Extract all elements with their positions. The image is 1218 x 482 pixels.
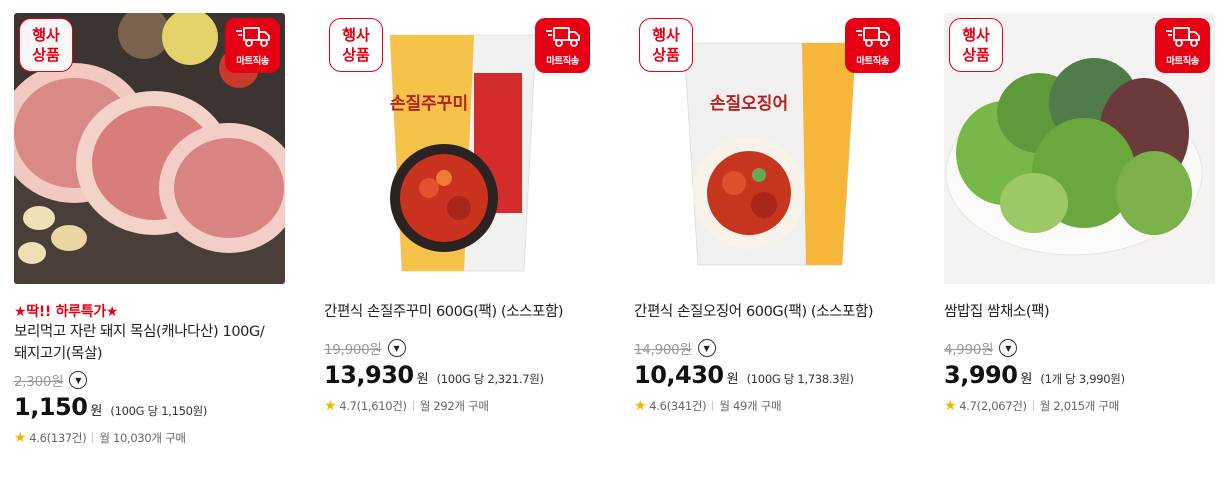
svg-text:손질오징어: 손질오징어: [710, 93, 788, 114]
monthly-purchases: 월 2,015개 구매: [1039, 399, 1120, 413]
product-card[interactable]: 행사 상품 마트직송 쌈밥집 쌈채소(팩) 4,990원 ▼ 3,990 원 (…: [944, 13, 1215, 415]
rating-row: ★ 4.7 (1,610건) 월 292개 구매: [324, 397, 595, 415]
unit-price: (100G 당 1,150원): [110, 404, 208, 418]
original-price: 14,900원: [634, 342, 692, 358]
divider: [92, 433, 94, 443]
product-grid: 행사 상품 마트직송 ★딱!! 하루특가★ 보리먹고 자란 돼지 목심(캐나다산…: [0, 0, 1218, 482]
event-badge: 행사 상품: [639, 18, 693, 72]
product-image[interactable]: 행사 상품 마트직송: [14, 13, 285, 284]
chevron-down-icon[interactable]: ▼: [999, 339, 1018, 357]
star-icon: ★: [324, 398, 337, 414]
product-image[interactable]: 행사 상품 마트직송: [944, 13, 1215, 284]
review-count: (2,067건): [976, 399, 1027, 413]
truck-icon: [545, 27, 580, 47]
product-image[interactable]: 손질오징어 행사 상품 마트직송: [634, 13, 905, 284]
product-title[interactable]: 보리먹고 자란 돼지 목심(캐나다산) 100G/ 돼지고기(목살): [14, 321, 285, 365]
svg-text:손질주꾸미: 손질주꾸미: [390, 93, 468, 114]
delivery-badge: 마트직송: [845, 18, 900, 73]
rating-row: ★ 4.6 (341건) 월 49개 구매: [634, 397, 905, 415]
delivery-badge: 마트직송: [535, 18, 590, 73]
sale-price: 1,150: [14, 393, 88, 421]
review-count: (137건): [46, 431, 87, 445]
rating-row: ★ 4.7 (2,067건) 월 2,015개 구매: [944, 397, 1215, 415]
original-price: 4,990원: [944, 342, 994, 358]
original-price: 19,900원: [324, 342, 382, 358]
star-icon: ★: [944, 398, 957, 414]
rating-value: 4.7: [959, 399, 977, 413]
review-count: (341건): [666, 399, 707, 413]
rating-value: 4.6: [649, 399, 667, 413]
product-title[interactable]: 간편식 손질주꾸미 600G(팩) (소스포함): [324, 301, 595, 323]
star-icon: ★: [14, 430, 27, 446]
event-badge: 행사 상품: [19, 18, 73, 72]
truck-icon: [235, 27, 270, 47]
unit-price: (100G 당 2,321.7원): [436, 372, 544, 386]
sale-price: 10,430: [634, 361, 724, 389]
unit-price: (1개 당 3,990원): [1040, 372, 1125, 386]
product-card[interactable]: 손질주꾸미 행사 상품 마트직송 간편식 손질주꾸미 600G(팩) (소스포함…: [324, 13, 595, 415]
unit-price: (100G 당 1,738.3원): [746, 372, 854, 386]
product-title[interactable]: 쌈밥집 쌈채소(팩): [944, 301, 1215, 323]
truck-icon: [855, 27, 890, 47]
currency-label: 원: [726, 372, 739, 387]
rating-value: 4.6: [29, 431, 47, 445]
monthly-purchases: 월 10,030개 구매: [99, 431, 186, 445]
divider: [412, 401, 414, 411]
currency-label: 원: [1020, 372, 1033, 387]
monthly-purchases: 월 49개 구매: [719, 399, 782, 413]
currency-label: 원: [416, 372, 429, 387]
chevron-down-icon[interactable]: ▼: [697, 339, 716, 357]
monthly-purchases: 월 292개 구매: [419, 399, 489, 413]
event-badge: 행사 상품: [329, 18, 383, 72]
delivery-badge: 마트직송: [1155, 18, 1210, 73]
review-count: (1,610건): [356, 399, 407, 413]
product-title[interactable]: 간편식 손질오징어 600G(팩) (소스포함): [634, 301, 905, 323]
product-card[interactable]: 행사 상품 마트직송 ★딱!! 하루특가★ 보리먹고 자란 돼지 목심(캐나다산…: [14, 13, 285, 447]
sale-price: 3,990: [944, 361, 1018, 389]
delivery-badge: 마트직송: [225, 18, 280, 73]
chevron-down-icon[interactable]: ▼: [69, 371, 88, 389]
truck-icon: [1165, 27, 1200, 47]
star-icon: ★: [634, 398, 647, 414]
currency-label: 원: [90, 404, 103, 419]
product-image[interactable]: 손질주꾸미 행사 상품 마트직송: [324, 13, 595, 284]
divider: [712, 401, 714, 411]
chevron-down-icon[interactable]: ▼: [387, 339, 406, 357]
product-card[interactable]: 손질오징어 행사 상품 마트직송 간편식 손질오징어 600G(팩) (소스포함…: [634, 13, 905, 415]
promo-label: ★딱!! 하루특가★: [14, 304, 119, 320]
rating-value: 4.7: [339, 399, 357, 413]
rating-row: ★ 4.6 (137건) 월 10,030개 구매: [14, 429, 285, 447]
event-badge: 행사 상품: [949, 18, 1003, 72]
divider: [1032, 401, 1034, 411]
original-price: 2,300원: [14, 374, 64, 390]
sale-price: 13,930: [324, 361, 414, 389]
